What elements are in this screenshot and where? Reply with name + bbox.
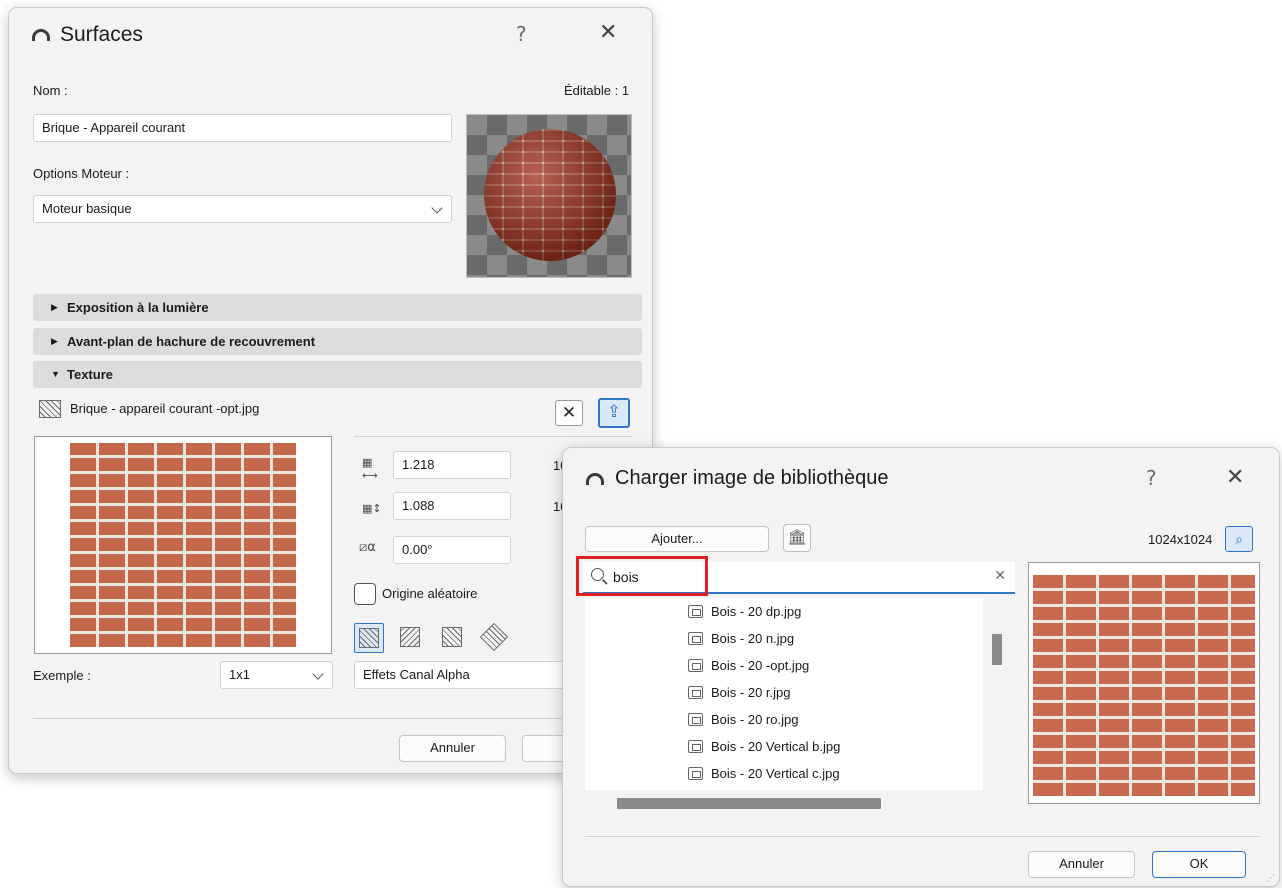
width-field[interactable]: 1.218: [393, 451, 511, 479]
height-field[interactable]: 1.088: [393, 492, 511, 520]
list-item-label: Bois - 20 Vertical c.jpg: [711, 766, 840, 781]
texture-file-icon: [39, 400, 61, 418]
list-item-label: Bois - 20 ro.jpg: [711, 712, 799, 727]
add-button[interactable]: Ajouter...: [585, 526, 769, 552]
material-preview-sphere: [466, 114, 632, 278]
list-item-label: Bois - 20 Vertical b.jpg: [711, 739, 841, 754]
image-file-icon: [688, 605, 703, 618]
library-cancel-button[interactable]: Annuler: [1028, 851, 1135, 878]
list-item[interactable]: Bois - 20 Vertical b.jpg: [688, 739, 840, 754]
list-item[interactable]: Bois - 20 -opt.jpg: [688, 658, 809, 673]
name-field[interactable]: Brique - Appareil courant: [33, 114, 452, 142]
preview-toggle-button[interactable]: ⌕: [1225, 526, 1253, 552]
image-file-icon: [688, 740, 703, 753]
orientation-button-1[interactable]: [354, 623, 384, 653]
library-titlebar[interactable]: Charger image de bibliothèque ? ✕: [563, 448, 1279, 506]
resize-grip-icon[interactable]: ⋰: [1266, 874, 1275, 884]
triangle-right-icon: ▶: [51, 336, 58, 346]
section-avant-plan[interactable]: ▶ Avant-plan de hachure de recouvrement: [33, 328, 642, 355]
list-item[interactable]: Bois - 20 Vertical c.jpg: [688, 766, 840, 781]
width-icon: ▦ ⟷: [362, 456, 378, 482]
editable-label: Éditable : 1: [564, 83, 630, 98]
triangle-right-icon: ▶: [51, 302, 58, 312]
list-item-label: Bois - 20 dp.jpg: [711, 604, 802, 619]
angle-field[interactable]: 0.00°: [393, 536, 511, 564]
texture-file-name: Brique - appareil courant -opt.jpg: [70, 401, 260, 416]
example-select[interactable]: 1x1: [220, 661, 333, 689]
image-preview: [1033, 575, 1255, 796]
footer-separator: [33, 718, 642, 719]
list-item-label: Bois - 20 r.jpg: [711, 685, 791, 700]
brick-sphere: [484, 129, 616, 261]
section-exposition-label: Exposition à la lumière: [67, 300, 209, 315]
image-preview-frame: [1028, 562, 1260, 804]
library-ok-button[interactable]: OK: [1152, 851, 1246, 878]
dialog-title: Surfaces: [60, 23, 143, 46]
horizontal-scrollbar-thumb[interactable]: [617, 798, 881, 809]
surfaces-dialog: Surfaces ? ✕ Nom : Éditable : 1 Brique -…: [8, 7, 653, 774]
load-texture-button[interactable]: ⇪: [598, 398, 630, 428]
library-image-dialog: Charger image de bibliothèque ? ✕ Ajoute…: [562, 447, 1280, 887]
example-label: Exemple :: [33, 668, 91, 683]
list-item-label: Bois - 20 n.jpg: [711, 631, 795, 646]
close-icon[interactable]: ✕: [1226, 465, 1244, 490]
library-building-icon: 🏛: [787, 529, 807, 546]
pattern-orientation-icon: [359, 628, 379, 648]
section-exposition[interactable]: ▶ Exposition à la lumière: [33, 294, 642, 321]
file-list[interactable]: Bois - 20 dp.jpg Bois - 20 n.jpg Bois - …: [585, 598, 983, 790]
section-avant-plan-label: Avant-plan de hachure de recouvrement: [67, 334, 316, 349]
remove-texture-button[interactable]: ✕: [555, 400, 583, 426]
chevron-down-icon: [431, 202, 443, 214]
section-texture[interactable]: ▼ Texture: [33, 361, 642, 388]
triangle-down-icon: ▼: [51, 369, 60, 379]
vertical-scrollbar-thumb[interactable]: [992, 634, 1002, 665]
list-item[interactable]: Bois - 20 ro.jpg: [688, 712, 798, 727]
texture-preview-frame: [34, 436, 332, 654]
image-file-icon: [688, 767, 703, 780]
pattern-orientation-icon: [479, 622, 509, 652]
close-icon[interactable]: ✕: [599, 20, 617, 45]
section-texture-label: Texture: [67, 367, 113, 382]
alpha-effects-value: Effets Canal Alpha: [363, 667, 470, 682]
image-resolution: 1024x1024: [1148, 532, 1213, 547]
height-icon: ▦↕: [362, 502, 382, 515]
texture-params-separator: [354, 436, 632, 437]
archicad-logo-icon: [32, 29, 50, 41]
alpha-effects-select[interactable]: Effets Canal Alpha: [354, 661, 574, 689]
chevron-down-icon: [312, 668, 324, 680]
angle-icon: ⧄α: [359, 540, 376, 555]
search-clear-icon[interactable]: ✕: [994, 568, 1006, 584]
orientation-button-2[interactable]: [396, 623, 426, 653]
pattern-orientation-icon: [442, 627, 462, 647]
image-file-icon: [688, 686, 703, 699]
library-footer-separator: [585, 836, 1260, 837]
cancel-button[interactable]: Annuler: [399, 735, 506, 762]
library-manager-button[interactable]: 🏛: [783, 524, 811, 552]
image-file-icon: [688, 713, 703, 726]
surfaces-titlebar[interactable]: Surfaces ? ✕: [9, 8, 652, 66]
archicad-logo-icon: [586, 473, 604, 485]
orientation-button-3[interactable]: [438, 623, 468, 653]
name-label: Nom :: [33, 83, 68, 98]
engine-select-value: Moteur basique: [42, 201, 132, 216]
list-item[interactable]: Bois - 20 n.jpg: [688, 631, 794, 646]
library-dialog-title: Charger image de bibliothèque: [615, 467, 889, 489]
random-origin-checkbox[interactable]: [354, 583, 376, 605]
texture-preview-image: [70, 443, 296, 647]
list-item-label: Bois - 20 -opt.jpg: [711, 658, 810, 673]
pattern-orientation-icon: [400, 627, 420, 647]
help-icon[interactable]: ?: [1146, 466, 1157, 490]
engine-select[interactable]: Moteur basique: [33, 195, 452, 223]
example-select-value: 1x1: [229, 667, 250, 682]
image-file-icon: [688, 659, 703, 672]
orientation-button-4[interactable]: [479, 622, 510, 653]
random-origin-label: Origine aléatoire: [382, 586, 478, 601]
list-item[interactable]: Bois - 20 r.jpg: [688, 685, 791, 700]
search-highlight-box: [576, 556, 708, 596]
list-item[interactable]: Bois - 20 dp.jpg: [688, 604, 801, 619]
help-icon[interactable]: ?: [516, 22, 527, 46]
image-file-icon: [688, 632, 703, 645]
preview-magnify-icon: ⌕: [1235, 531, 1243, 547]
engine-label: Options Moteur :: [33, 166, 130, 181]
